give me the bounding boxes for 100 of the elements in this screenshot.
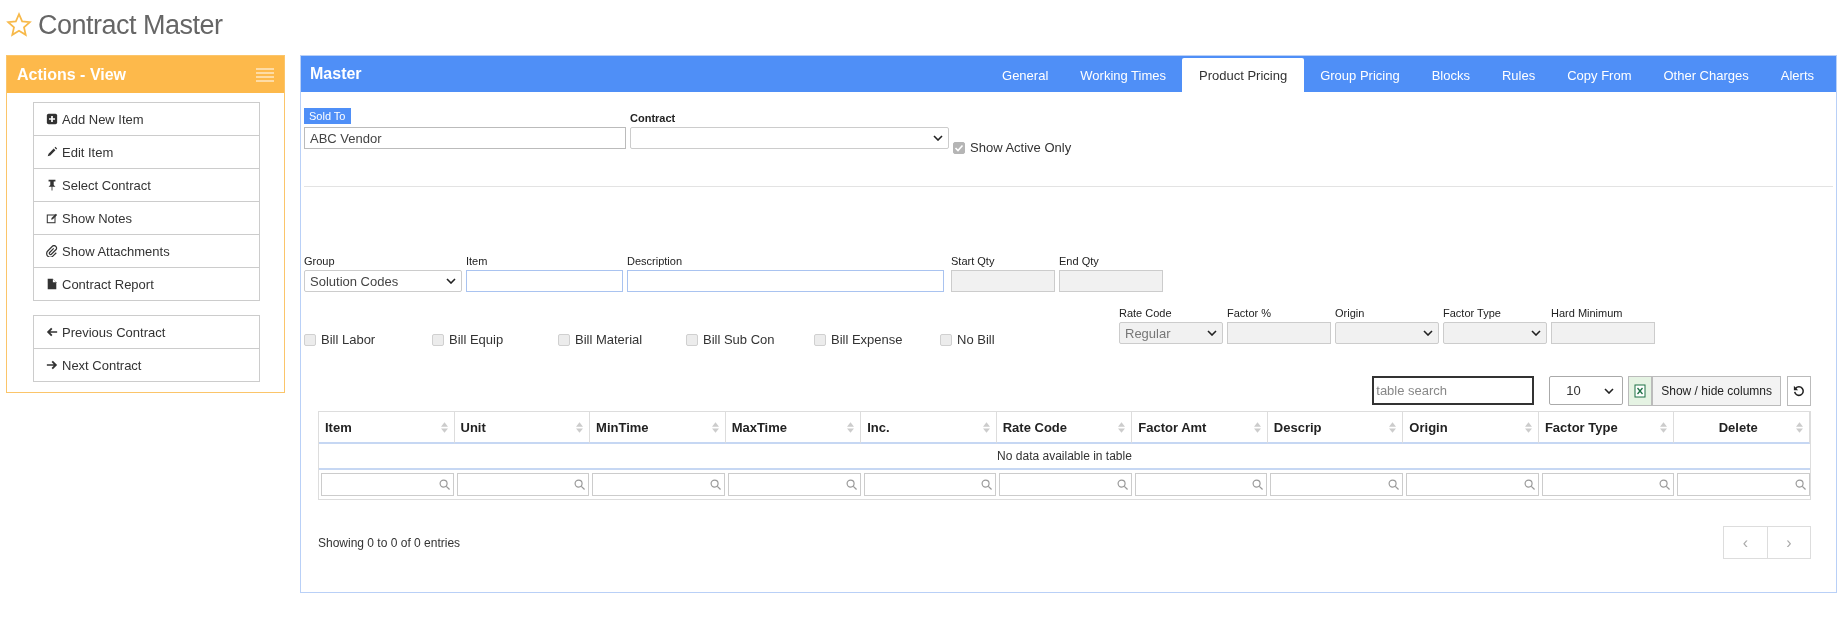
field-label: Factor Type <box>1443 307 1502 319</box>
search-icon <box>1388 479 1400 490</box>
sort-icon <box>1660 421 1668 433</box>
action-button[interactable]: Select Contract <box>33 168 260 202</box>
column-filter-field[interactable] <box>1406 473 1539 496</box>
arrow-left-icon <box>46 326 58 338</box>
caret-icon <box>1604 387 1615 394</box>
sort-icon <box>711 421 719 433</box>
table-info: Showing 0 to 0 of 0 entries <box>318 535 461 550</box>
column-header[interactable]: Descrip <box>1267 412 1404 444</box>
caret-icon <box>1207 330 1217 336</box>
search-icon <box>438 479 450 490</box>
column-header[interactable]: Factor Amt <box>1132 412 1268 444</box>
select-field[interactable] <box>630 127 949 149</box>
action-button[interactable]: Show Attachments <box>33 234 260 268</box>
search-icon <box>981 479 993 490</box>
star-icon <box>6 12 32 38</box>
action-button[interactable]: Add New Item <box>33 102 260 136</box>
arrow-right-icon <box>46 359 58 371</box>
column-header[interactable]: Inc. <box>861 412 997 444</box>
column-header[interactable]: Factor Type <box>1538 412 1675 444</box>
checkbox-label: Bill Equip <box>449 332 504 347</box>
sort-icon <box>982 421 990 433</box>
field-label: Contract <box>630 112 677 124</box>
column-header[interactable]: MaxTime <box>725 412 862 444</box>
field-label: Description <box>627 255 684 267</box>
page-length-select[interactable]: 10 <box>1549 376 1624 405</box>
column-header[interactable]: Item <box>319 412 455 444</box>
caret-icon <box>933 135 943 141</box>
checkbox-label: Bill Material <box>575 332 643 347</box>
column-filter-field[interactable] <box>863 473 997 496</box>
field-label: End Qty <box>1059 255 1100 267</box>
field-label: Start Qty <box>951 255 996 267</box>
search-field[interactable]: table search <box>1372 376 1535 405</box>
column-header[interactable]: Rate Code <box>996 412 1133 444</box>
caret-icon <box>1531 330 1541 336</box>
field-label: Factor % <box>1227 307 1272 319</box>
sort-icon <box>576 421 584 433</box>
checkbox-label: Bill Labor <box>321 332 376 347</box>
search-icon <box>1523 479 1535 490</box>
input-field[interactable] <box>627 270 944 292</box>
column-filter-field[interactable] <box>321 473 454 496</box>
sort-icon <box>1253 421 1261 433</box>
panel-title: Actions - View <box>17 65 127 84</box>
paperclip-icon <box>46 245 58 257</box>
column-filter-field[interactable] <box>456 473 590 496</box>
field-label: Origin <box>1335 307 1366 319</box>
column-header[interactable]: Origin <box>1403 412 1539 444</box>
refresh-button[interactable] <box>1787 375 1811 406</box>
field-label: Sold To <box>304 108 351 124</box>
column-filter-field[interactable] <box>727 473 861 496</box>
tab[interactable]: Product Pricing <box>1182 58 1305 92</box>
column-header[interactable]: Unit <box>454 412 591 444</box>
caret-icon <box>1423 330 1433 336</box>
sort-icon <box>1524 421 1532 433</box>
column-header[interactable]: MinTime <box>590 412 726 444</box>
excel-export-button[interactable] <box>1628 375 1653 406</box>
column-filter-field[interactable] <box>592 473 725 496</box>
search-icon <box>1659 479 1671 490</box>
field-label: Hard Minimum <box>1551 307 1624 319</box>
column-filter-field[interactable] <box>1541 473 1675 496</box>
search-icon <box>845 479 857 490</box>
action-button[interactable]: Show Notes <box>33 201 260 235</box>
search-icon <box>574 479 586 490</box>
input-field[interactable]: ABC Vendor <box>304 127 626 149</box>
plus-square-icon <box>46 113 58 125</box>
input-field[interactable] <box>466 270 623 292</box>
column-filter-field[interactable] <box>1677 473 1810 496</box>
search-icon <box>709 479 721 490</box>
field-label: Group <box>304 255 336 267</box>
menu-icon <box>256 67 274 82</box>
column-filter-field[interactable] <box>1134 473 1268 496</box>
search-icon <box>1795 479 1806 490</box>
sort-icon <box>1389 421 1397 433</box>
sort-icon <box>1796 421 1803 433</box>
column-filter-field[interactable] <box>999 473 1132 496</box>
checkbox-label: Bill Sub Con <box>703 332 775 347</box>
column-header[interactable]: Delete <box>1674 412 1810 444</box>
select-field[interactable]: Solution Codes <box>304 270 462 292</box>
select-field: Regular <box>1119 322 1223 344</box>
field-label: Rate Code <box>1119 307 1173 319</box>
action-button[interactable]: Edit Item <box>33 135 260 169</box>
sort-icon <box>847 421 855 433</box>
sort-icon <box>440 421 448 433</box>
page-title: Contract Master <box>38 9 223 41</box>
pencil-icon <box>46 146 58 158</box>
file-icon <box>46 278 58 290</box>
spreadsheet-icon <box>1634 383 1647 398</box>
refresh-icon <box>1793 384 1805 397</box>
panel-title: Master <box>310 65 362 83</box>
checkbox-label: No Bill <box>957 332 995 347</box>
column-filter-field[interactable] <box>1270 473 1404 496</box>
edit-note-icon <box>46 212 58 224</box>
search-icon <box>1116 479 1128 490</box>
sort-icon <box>1118 421 1126 433</box>
action-button[interactable]: Previous Contract <box>33 315 260 349</box>
show-hide-columns-button[interactable]: Show / hide columns <box>1652 375 1781 406</box>
action-button[interactable]: Contract Report <box>33 267 260 301</box>
action-button[interactable]: Next Contract <box>33 348 260 382</box>
checkbox-label: Bill Expense <box>831 332 903 347</box>
